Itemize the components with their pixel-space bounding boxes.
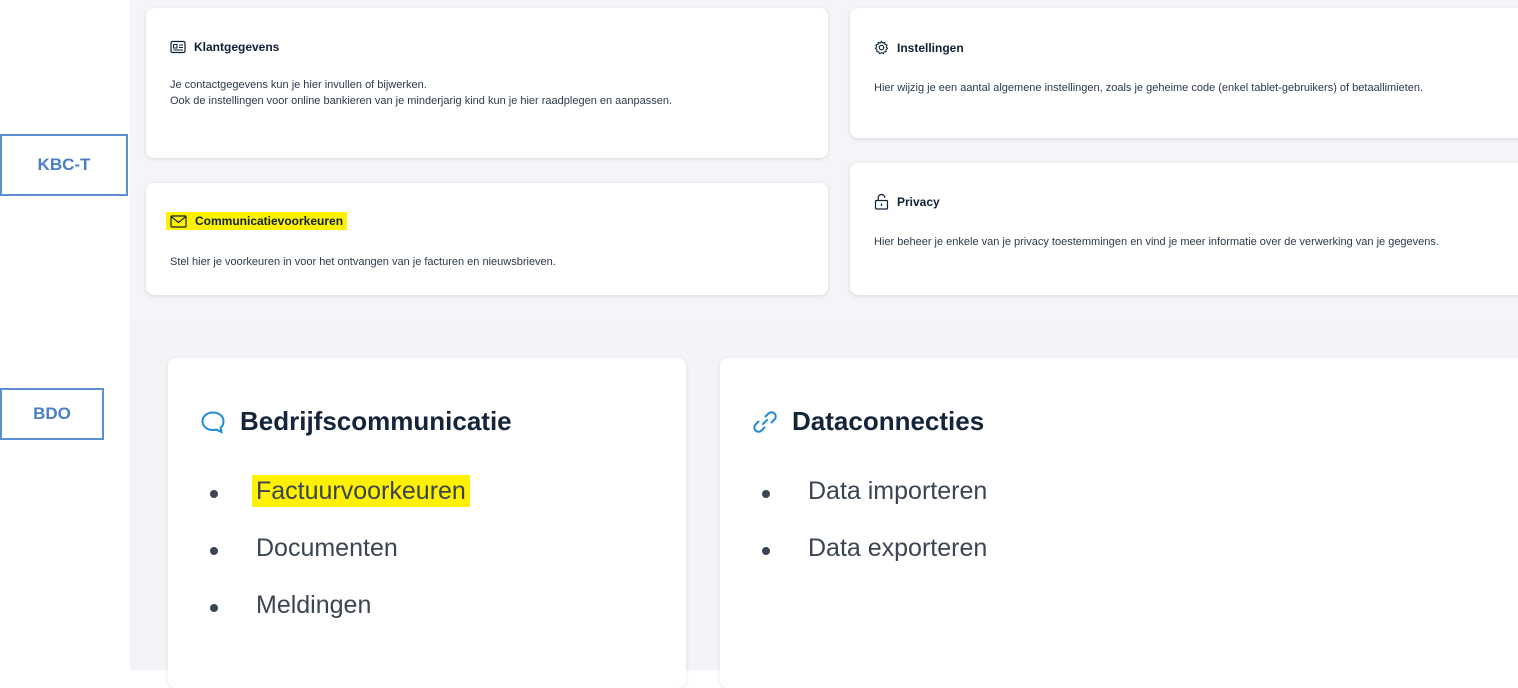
bedrijfscommunicatie-list: Factuurvoorkeuren Documenten Meldingen (208, 475, 470, 648)
klantgegevens-desc-line2: Ook de instellingen voor online bankiere… (170, 95, 673, 107)
lock-icon (874, 193, 889, 210)
privacy-title: Privacy (897, 194, 940, 209)
chat-bubble-icon (200, 410, 226, 434)
documenten-link[interactable]: Documenten (256, 534, 398, 562)
bullet (210, 490, 218, 498)
bullet (762, 490, 770, 498)
klantgegevens-title-row: Klantgegevens (170, 40, 279, 54)
communicatievoorkeuren-card[interactable]: Communicatievoorkeuren Stel hier je voor… (146, 183, 828, 295)
instellingen-description: Hier wijzig je een aantal algemene inste… (874, 82, 1424, 94)
factuurvoorkeuren-link[interactable]: Factuurvoorkeuren (252, 475, 470, 507)
instellingen-card[interactable]: Instellingen Hier wijzig je een aantal a… (850, 8, 1518, 138)
data-importeren-link[interactable]: Data importeren (808, 477, 987, 505)
communicatievoorkeuren-title: Communicatievoorkeuren (195, 214, 344, 228)
bedrijfscommunicatie-card: Bedrijfscommunicatie Factuurvoorkeuren D… (168, 358, 686, 688)
data-exporteren-link[interactable]: Data exporteren (808, 534, 987, 562)
privacy-card[interactable]: Privacy Hier beheer je enkele van je pri… (850, 163, 1518, 295)
dataconnecties-card: Dataconnecties Data importeren Data expo… (720, 358, 1518, 688)
envelope-icon (170, 214, 187, 228)
link-icon (752, 409, 778, 435)
dataconnecties-list: Data importeren Data exporteren (760, 477, 987, 591)
dataconnecties-title-row: Dataconnecties (752, 406, 984, 437)
meldingen-link[interactable]: Meldingen (256, 591, 371, 619)
privacy-title-row: Privacy (874, 193, 940, 210)
klantgegevens-description: Je contactgegevens kun je hier invullen … (170, 77, 790, 109)
kbc-label: KBC-T (0, 134, 128, 196)
instellingen-title: Instellingen (897, 40, 964, 55)
bullet (762, 547, 770, 555)
bedrijfscommunicatie-title: Bedrijfscommunicatie (240, 406, 512, 436)
bullet (210, 604, 218, 612)
klantgegevens-desc-line1: Je contactgegevens kun je hier invullen … (170, 79, 427, 91)
list-item-factuurvoorkeuren[interactable]: Factuurvoorkeuren (208, 475, 470, 534)
klantgegevens-title: Klantgegevens (194, 40, 280, 54)
privacy-description: Hier beheer je enkele van je privacy toe… (874, 236, 1439, 248)
klantgegevens-card[interactable]: Klantgegevens Je contactgegevens kun je … (146, 8, 828, 158)
list-item-documenten[interactable]: Documenten (208, 534, 470, 591)
list-item-meldingen[interactable]: Meldingen (208, 591, 470, 648)
communicatievoorkeuren-description: Stel hier je voorkeuren in voor het ontv… (170, 256, 556, 268)
list-item-data-exporteren[interactable]: Data exporteren (760, 534, 987, 591)
dataconnecties-title: Dataconnecties (792, 406, 985, 436)
id-card-icon (170, 40, 186, 54)
gear-icon (874, 40, 889, 55)
list-item-data-importeren[interactable]: Data importeren (760, 477, 987, 534)
bdo-label: BDO (0, 388, 104, 440)
communicatievoorkeuren-title-row: Communicatievoorkeuren (166, 212, 348, 230)
instellingen-title-row: Instellingen (874, 40, 964, 55)
bullet (210, 547, 218, 555)
bedrijfscommunicatie-title-row: Bedrijfscommunicatie (200, 406, 512, 437)
